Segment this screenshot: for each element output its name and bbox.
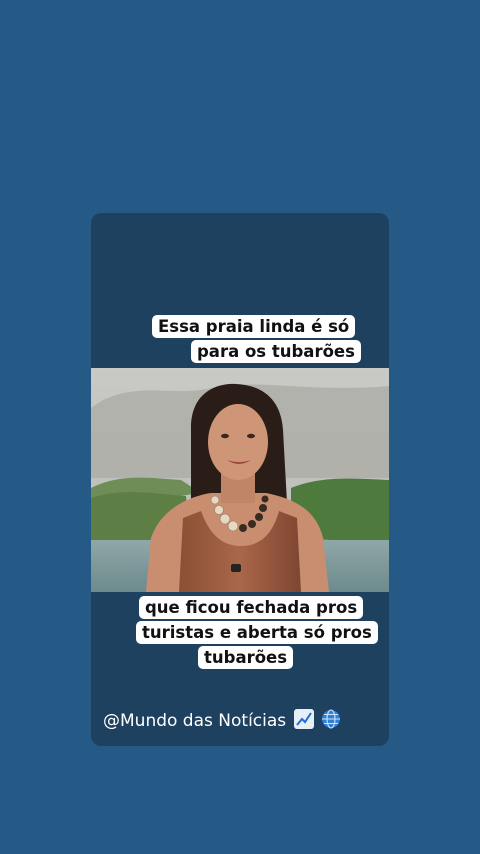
channel-handle[interactable]: @Mundo das Notícias: [103, 709, 341, 734]
globe-icon: [321, 709, 341, 734]
caption-top-line-2: para os tubarões: [191, 340, 361, 363]
caption-bottom-line-1: que ficou fechada pros: [139, 596, 364, 619]
caption-top-line-1: Essa praia linda é só: [152, 315, 356, 338]
caption-bottom-line-2: turistas e aberta só pros: [136, 621, 378, 644]
caption-bottom-line-3: tubarões: [198, 646, 294, 669]
video-frame[interactable]: [91, 368, 389, 592]
chart-increasing-icon: [293, 709, 314, 734]
video-card[interactable]: Essa praia linda é só para os tubarões q…: [91, 213, 389, 746]
channel-handle-label: @Mundo das Notícias: [103, 711, 287, 731]
